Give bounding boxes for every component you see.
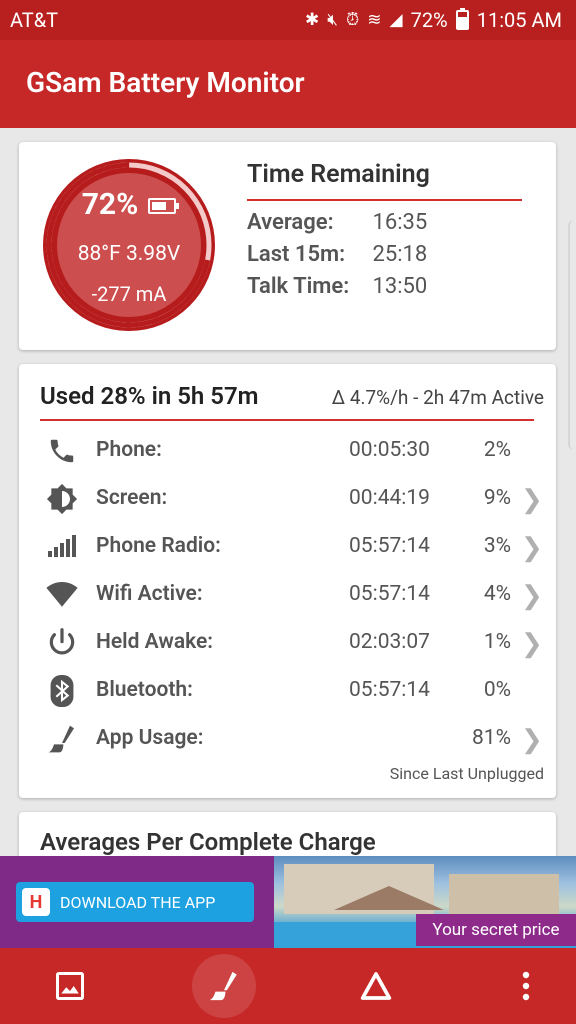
chevron-right-icon[interactable]: ❯ xyxy=(521,629,543,659)
app-usage-nav-button[interactable] xyxy=(192,954,256,1018)
usage-percent: 4% xyxy=(483,582,511,606)
brightness-icon xyxy=(45,482,79,516)
secret-price-badge: Your secret price xyxy=(416,914,576,946)
usage-time: 05:57:14 xyxy=(349,678,430,702)
delta-nav-button[interactable] xyxy=(344,954,408,1018)
usage-row-bluetooth[interactable]: Bluetooth: 05:57:14 0% xyxy=(19,668,556,716)
averages-title: Averages Per Complete Charge xyxy=(40,828,376,856)
time-remaining-value: 25:18 xyxy=(372,242,428,267)
download-app-button[interactable]: H DOWNLOAD THE APP xyxy=(16,882,254,922)
delta-icon xyxy=(360,972,392,1000)
bluetooth-icon xyxy=(45,674,79,708)
usage-percent: 1% xyxy=(483,630,511,654)
bluetooth-status-icon: ✱ xyxy=(305,10,320,30)
bottom-nav-bar xyxy=(0,948,576,1024)
usage-percent: 9% xyxy=(483,486,511,510)
usage-percent: 2% xyxy=(483,438,511,462)
time-remaining-label: Talk Time: xyxy=(247,274,350,299)
app-bar: GSam Battery Monitor xyxy=(0,40,576,128)
time-remaining-title: Time Remaining xyxy=(247,160,430,189)
mute-status-icon: 🔇︎ xyxy=(327,10,338,30)
time-remaining-value: 13:50 xyxy=(372,274,428,299)
since-last-unplugged-label: Since Last Unplugged xyxy=(389,764,544,783)
usage-rate: Δ 4.7%/h - 2h 47m Active xyxy=(331,386,544,409)
usage-label: Wifi Active: xyxy=(96,582,203,606)
usage-time: 02:03:07 xyxy=(349,630,430,654)
usage-row-phone-radio[interactable]: Phone Radio: 05:57:14 3% ❯ xyxy=(19,524,556,572)
hotels-logo-icon: H xyxy=(22,888,50,916)
usage-row-screen[interactable]: Screen: 00:44:19 9% ❯ xyxy=(19,476,556,524)
alarm-status-icon: ⏰︎ xyxy=(345,10,360,30)
temp-voltage-value: 88°F 3.98V xyxy=(77,242,181,266)
edge-panel-handle[interactable] xyxy=(568,220,576,450)
more-vertical-icon xyxy=(522,971,530,1001)
overflow-menu-button[interactable] xyxy=(494,954,558,1018)
ad-banner[interactable]: H DOWNLOAD THE APP Your secret price xyxy=(0,856,576,948)
time-remaining-row: Average: 16:35 xyxy=(247,210,427,235)
phone-icon xyxy=(45,434,79,468)
status-bar: AT&T ✱ 🔇︎ ⏰︎ ≋ ◢ 72% 11:05 AM xyxy=(0,0,576,40)
usage-label: Phone: xyxy=(96,438,162,462)
usage-label: Phone Radio: xyxy=(96,534,221,558)
chevron-right-icon[interactable]: ❯ xyxy=(521,485,543,515)
download-app-label: DOWNLOAD THE APP xyxy=(60,892,216,912)
usage-percent: 81% xyxy=(472,726,511,750)
time-remaining-label: Last 15m: xyxy=(247,242,346,267)
usage-time: 05:57:14 xyxy=(349,534,430,558)
image-icon xyxy=(56,972,84,1000)
battery-percent-value: 72% xyxy=(81,187,139,222)
battery-summary-card[interactable]: 72% 88°F 3.98V -277 mA Time Remaining Av… xyxy=(19,142,556,350)
battery-gauge-percent: 72% xyxy=(41,187,217,222)
app-usage-icon xyxy=(45,722,79,756)
time-remaining-value: 16:35 xyxy=(372,210,428,235)
time-remaining-label: Average: xyxy=(247,210,334,235)
usage-percent: 0% xyxy=(483,678,511,702)
current-value: -277 mA xyxy=(91,282,167,306)
chevron-right-icon[interactable]: ❯ xyxy=(521,533,543,563)
usage-label: Screen: xyxy=(96,486,168,510)
usage-percent: 3% xyxy=(483,534,511,558)
time-remaining-divider xyxy=(247,199,522,201)
usage-time: 00:44:19 xyxy=(349,486,430,510)
usage-row-phone[interactable]: Phone: 00:05:30 2% xyxy=(19,428,556,476)
usage-card: Used 28% in 5h 57m Δ 4.7%/h - 2h 47m Act… xyxy=(19,364,556,798)
usage-title: Used 28% in 5h 57m xyxy=(40,382,259,410)
battery-percent-label: 72% xyxy=(410,8,448,32)
status-icons: ✱ 🔇︎ ⏰︎ ≋ ◢ 72% 11:05 AM xyxy=(305,8,562,32)
signal-status-icon: ◢ xyxy=(389,10,403,30)
usage-time: 00:05:30 xyxy=(349,438,430,462)
usage-time: 05:57:14 xyxy=(349,582,430,606)
usage-label: App Usage: xyxy=(96,726,204,750)
signal-bars-icon xyxy=(45,530,79,564)
chevron-right-icon[interactable]: ❯ xyxy=(521,725,543,755)
usage-row-wifi[interactable]: Wifi Active: 05:57:14 4% ❯ xyxy=(19,572,556,620)
usage-label: Held Awake: xyxy=(96,630,214,654)
wifi-status-icon: ≋ xyxy=(367,10,382,30)
usage-row-app-usage[interactable]: App Usage: 81% ❯ xyxy=(19,716,556,764)
usage-divider xyxy=(40,419,534,421)
wifi-icon xyxy=(45,578,79,612)
time-remaining-row: Talk Time: 13:50 xyxy=(247,274,427,299)
battery-status-icon xyxy=(455,8,469,30)
power-icon xyxy=(45,626,79,660)
chevron-right-icon[interactable]: ❯ xyxy=(521,581,543,611)
screenshot-button[interactable] xyxy=(38,954,102,1018)
app-usage-nav-icon xyxy=(209,971,237,1001)
clock-label: 11:05 AM xyxy=(476,8,562,32)
app-title: GSam Battery Monitor xyxy=(26,66,305,99)
carrier-label: AT&T xyxy=(10,8,59,32)
time-remaining-row: Last 15m: 25:18 xyxy=(247,242,427,267)
usage-label: Bluetooth: xyxy=(96,678,193,702)
usage-row-held-awake[interactable]: Held Awake: 02:03:07 1% ❯ xyxy=(19,620,556,668)
battery-icon xyxy=(148,198,180,215)
